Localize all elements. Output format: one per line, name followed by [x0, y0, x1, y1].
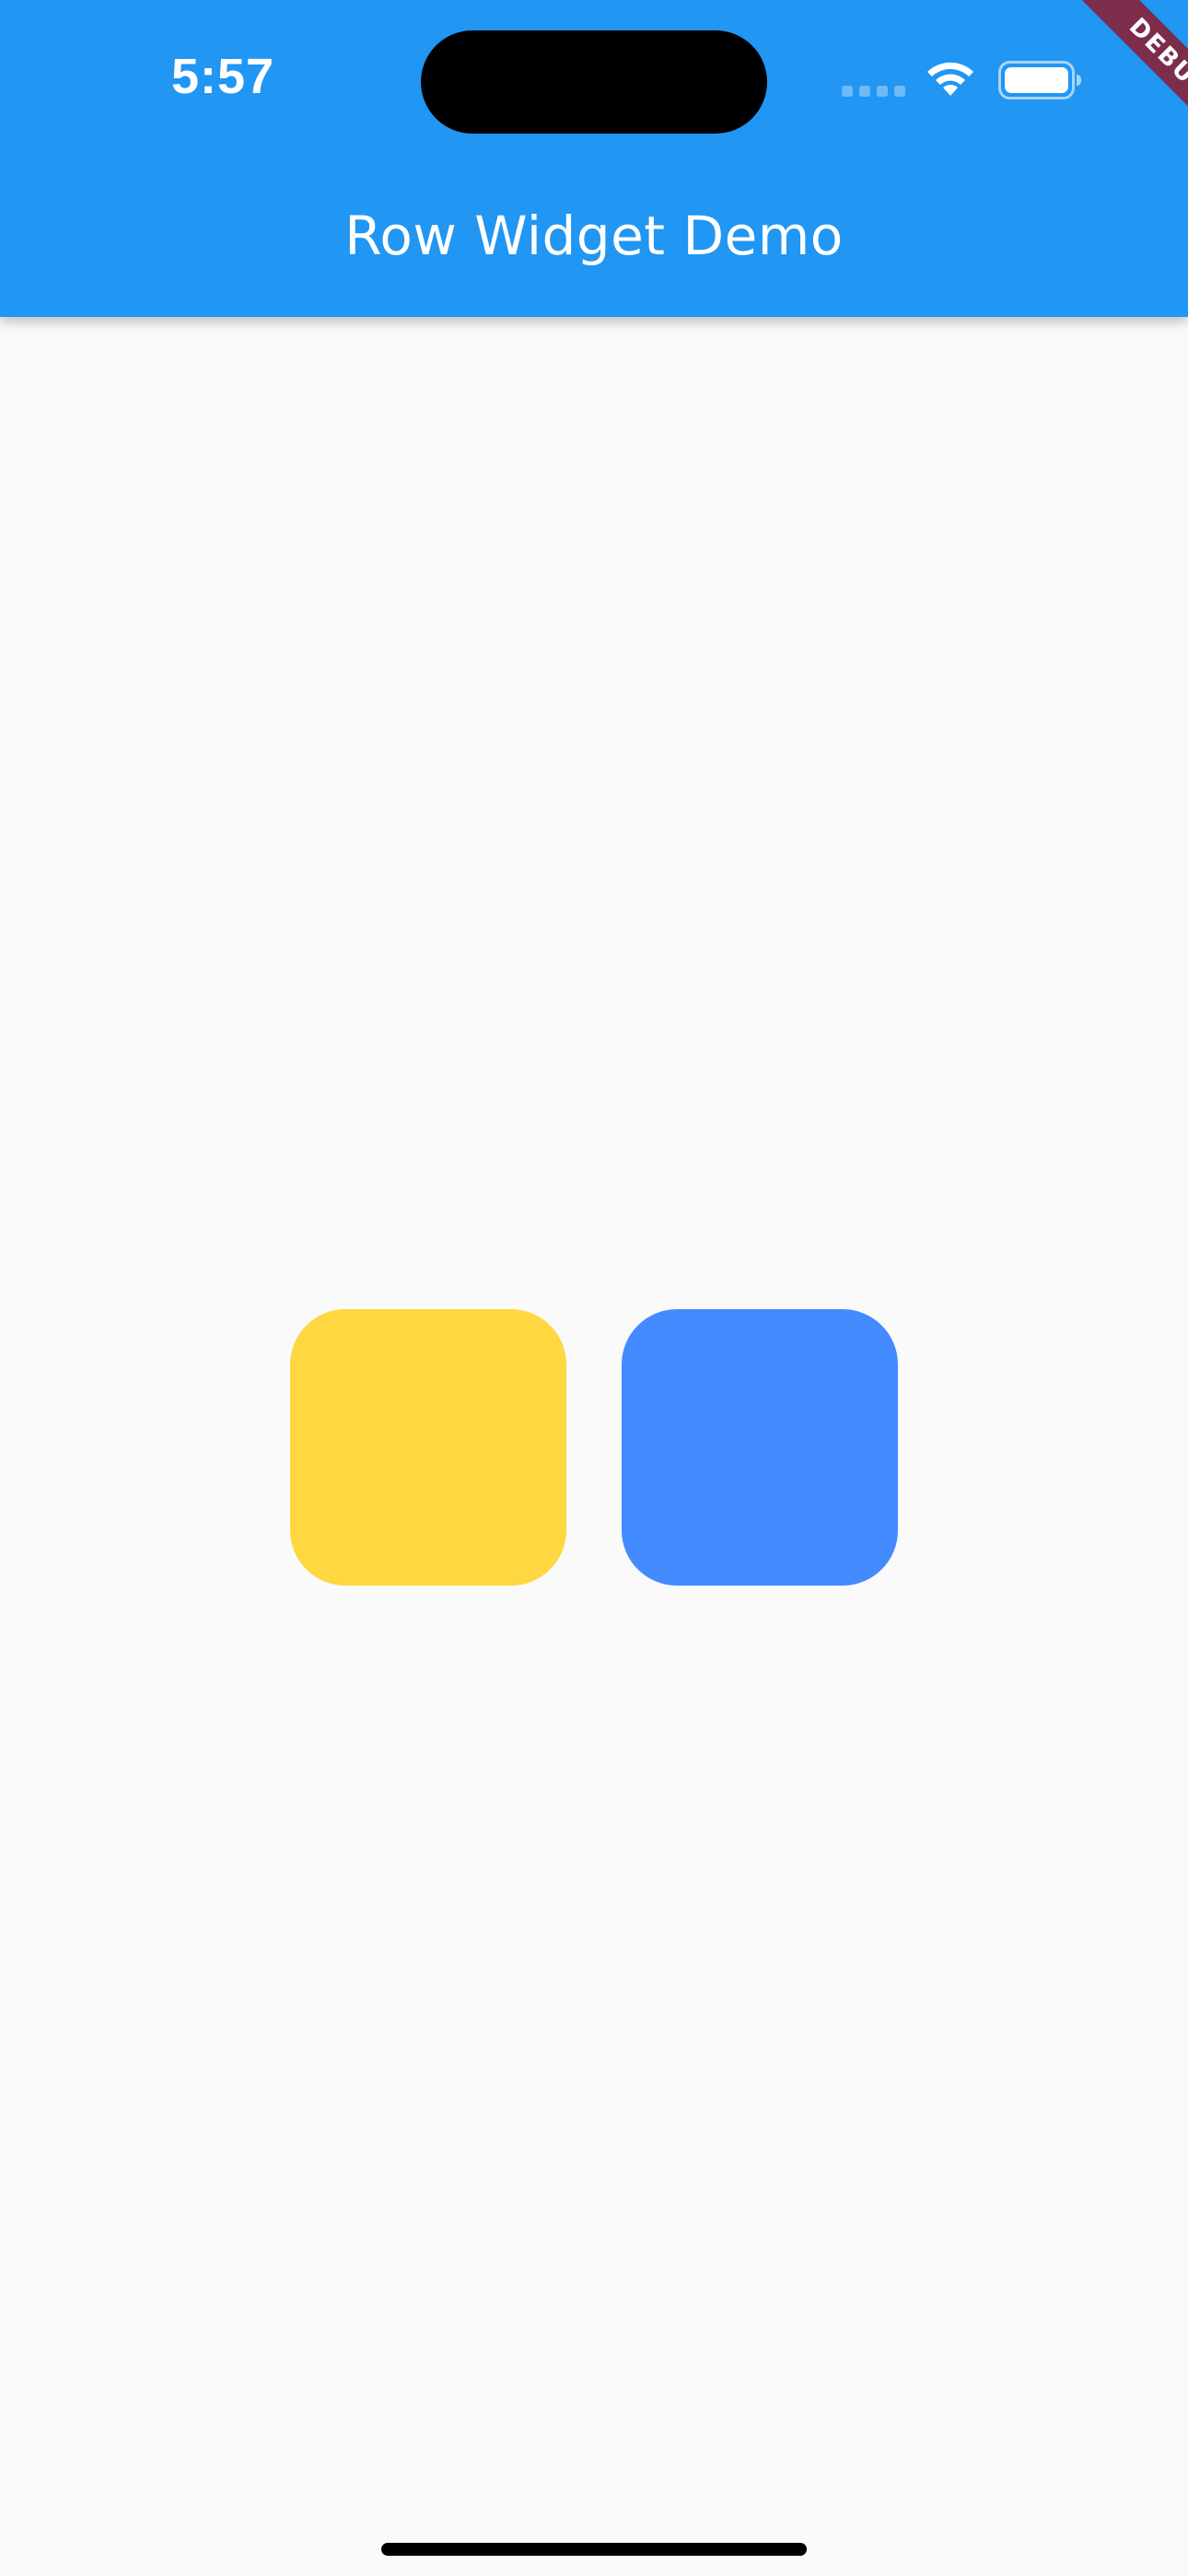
page-title: Row Widget Demo	[344, 205, 844, 267]
debug-banner: DEBUG	[1004, 0, 1188, 184]
status-time: 5:57	[171, 49, 275, 104]
dynamic-island	[421, 30, 767, 134]
debug-ribbon-label: DEBUG	[1051, 0, 1188, 178]
blue-box	[622, 1309, 898, 1586]
home-indicator[interactable]	[381, 2543, 807, 2556]
wifi-icon	[927, 62, 973, 96]
cellular-signal-icon	[842, 86, 906, 99]
row-widget	[290, 1309, 898, 1586]
yellow-box	[290, 1309, 566, 1586]
